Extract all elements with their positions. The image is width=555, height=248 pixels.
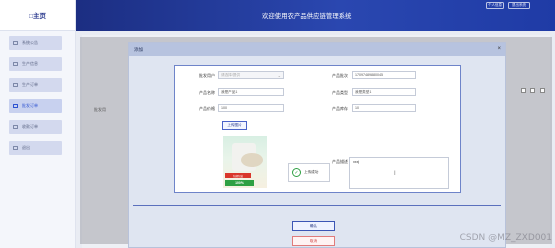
type-label: 产品类型 bbox=[332, 90, 348, 95]
doc-icon bbox=[13, 62, 18, 66]
doc-icon bbox=[13, 41, 18, 45]
type-field[interactable]: 我是类型1 bbox=[352, 88, 416, 96]
dialog-header: 添加 × bbox=[129, 43, 505, 56]
batch-label: 产品批次 bbox=[332, 73, 348, 78]
text-cursor-icon: I bbox=[394, 171, 396, 177]
dialog-title: 添加 bbox=[134, 46, 143, 52]
desc-label: 产品描述 bbox=[332, 159, 348, 164]
name-field[interactable]: 我是产品1 bbox=[218, 88, 284, 96]
product-image: 包邮包装 100% bbox=[223, 136, 267, 188]
sidebar-item-payment-orders[interactable]: 收款订单 bbox=[9, 120, 62, 134]
sidebar-item-production-info[interactable]: 生产信息 bbox=[9, 57, 62, 71]
logout-icon bbox=[13, 146, 18, 150]
add-form: 批发用户 请选择/提供 ⌄ 产品批次 17097489880045 产品名称 我… bbox=[174, 65, 461, 193]
export-icon[interactable] bbox=[530, 88, 535, 93]
stock-label: 产品库存 bbox=[332, 106, 348, 111]
stock-field[interactable]: 10 bbox=[352, 104, 416, 112]
check-circle-icon: ✓ bbox=[292, 168, 301, 177]
promo-badge: 包邮包装 bbox=[225, 173, 251, 178]
description-textarea[interactable]: xxx| I bbox=[349, 157, 449, 189]
sidebar-item-announcements[interactable]: 系统公告 bbox=[9, 36, 62, 50]
doc-icon bbox=[13, 104, 18, 108]
percent-badge: 100% bbox=[225, 180, 254, 186]
cancel-button[interactable]: 取消 bbox=[292, 236, 335, 246]
sidebar-item-wholesale-orders[interactable]: 批发订单 bbox=[9, 99, 62, 113]
sidebar-menu: 系统公告 生产信息 生产订单 批发订单 收款订单 退出 bbox=[0, 31, 75, 155]
upload-image-button[interactable]: 上传图片 bbox=[222, 121, 247, 130]
home-link[interactable]: □主页 bbox=[0, 0, 75, 31]
user-info-button[interactable]: 个人信息 bbox=[486, 2, 504, 9]
price-label: 产品价格 bbox=[199, 106, 215, 111]
page-title: 欢迎使用农产品供应链管理系统 bbox=[262, 13, 352, 20]
chevron-down-icon: ⌄ bbox=[277, 73, 281, 78]
batch-field[interactable]: 17097489880045 bbox=[352, 71, 416, 79]
doc-icon bbox=[13, 125, 18, 129]
settings-icon[interactable] bbox=[540, 88, 545, 93]
table-column-header: 批发用 bbox=[94, 107, 106, 112]
sidebar-item-logout[interactable]: 退出 bbox=[9, 141, 62, 155]
dialog-divider bbox=[133, 205, 501, 206]
doc-icon bbox=[13, 83, 18, 87]
close-icon[interactable]: × bbox=[497, 46, 501, 52]
sidebar-item-production-orders[interactable]: 生产订单 bbox=[9, 78, 62, 92]
add-dialog: 添加 × 批发用户 请选择/提供 ⌄ 产品批次 17097489880045 产… bbox=[128, 42, 506, 248]
print-icon[interactable] bbox=[521, 88, 526, 93]
sidebar: □主页 系统公告 生产信息 生产订单 批发订单 收款订单 退出 bbox=[0, 0, 76, 248]
price-field[interactable]: 100 bbox=[218, 104, 284, 112]
wholesaler-select[interactable]: 请选择/提供 ⌄ bbox=[218, 71, 284, 79]
name-label: 产品名称 bbox=[199, 90, 215, 95]
logout-button[interactable]: 退出系统 bbox=[508, 2, 530, 9]
rice-bowl-shape bbox=[241, 153, 263, 167]
watermark: CSDN @MZ_ZXD001 bbox=[459, 233, 552, 243]
wholesaler-label: 批发用户 bbox=[199, 73, 215, 78]
confirm-button[interactable]: 确认 bbox=[292, 221, 335, 231]
top-header: 欢迎使用农产品供应链管理系统 个人信息 退出系统 bbox=[76, 0, 555, 31]
upload-success-toast: ✓ 上传成功 bbox=[288, 163, 330, 182]
